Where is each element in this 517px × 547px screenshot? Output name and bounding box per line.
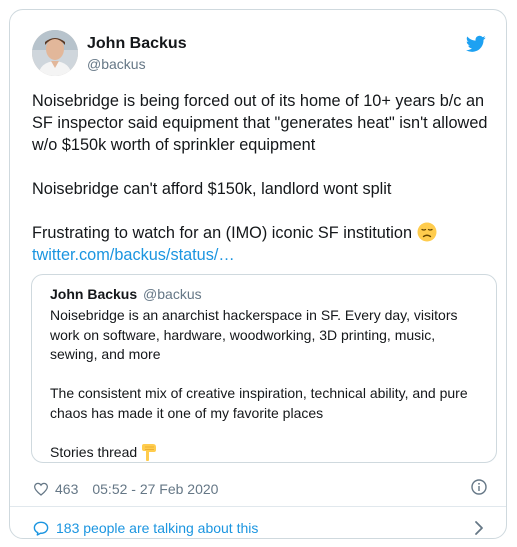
tweet-paragraph: Noisebridge can't afford $150k, landlord… [32, 180, 392, 198]
speech-bubble-icon [33, 521, 49, 536]
quoted-author-name: John Backus [50, 286, 138, 302]
tweet-paragraph-text: Frustrating to watch for an (IMO) iconic… [32, 224, 413, 242]
info-icon[interactable] [471, 479, 487, 495]
twitter-bird-icon[interactable] [466, 35, 486, 53]
quoted-paragraph-last: Stories thread [50, 443, 480, 463]
quoted-tweet-header: John Backus @backus [50, 285, 202, 303]
talking-link[interactable]: 183 people are talking about this [33, 519, 258, 537]
timestamp[interactable]: 05:52 - 27 Feb 2020 [92, 480, 218, 498]
avatar[interactable] [32, 30, 78, 76]
divider [10, 506, 506, 507]
quoted-tweet-body: Noisebridge is an anarchist hackerspace … [50, 306, 480, 462]
tweet-paragraph: Noisebridge is being forced out of its h… [32, 92, 488, 154]
tweet-body: Noisebridge is being forced out of its h… [32, 90, 492, 266]
author-name[interactable]: John Backus [87, 34, 187, 54]
quoted-paragraph: Noisebridge is an anarchist hackerspace … [50, 307, 458, 362]
tweet-link[interactable]: twitter.com/backus/status/… [32, 244, 492, 266]
tweet-card: John Backus @backus Noisebridge is being… [9, 9, 507, 539]
tweet-paragraph-last: Frustrating to watch for an (IMO) iconic… [32, 222, 492, 266]
quoted-author-handle: @backus [143, 286, 202, 302]
quoted-tweet[interactable]: John Backus @backus Noisebridge is an an… [31, 274, 497, 463]
tweet-meta: 463 05:52 - 27 Feb 2020 [33, 480, 218, 498]
quoted-paragraph: The consistent mix of creative inspirati… [50, 385, 468, 421]
pointing-down-hand-icon [142, 443, 157, 461]
disappointed-face-icon [417, 222, 437, 242]
heart-icon[interactable] [33, 482, 49, 496]
author-handle[interactable]: @backus [87, 55, 146, 73]
chevron-right-icon[interactable] [474, 520, 484, 536]
quoted-paragraph-text: Stories thread [50, 443, 138, 460]
like-count[interactable]: 463 [55, 480, 78, 498]
talking-label: 183 people are talking about this [56, 520, 259, 536]
